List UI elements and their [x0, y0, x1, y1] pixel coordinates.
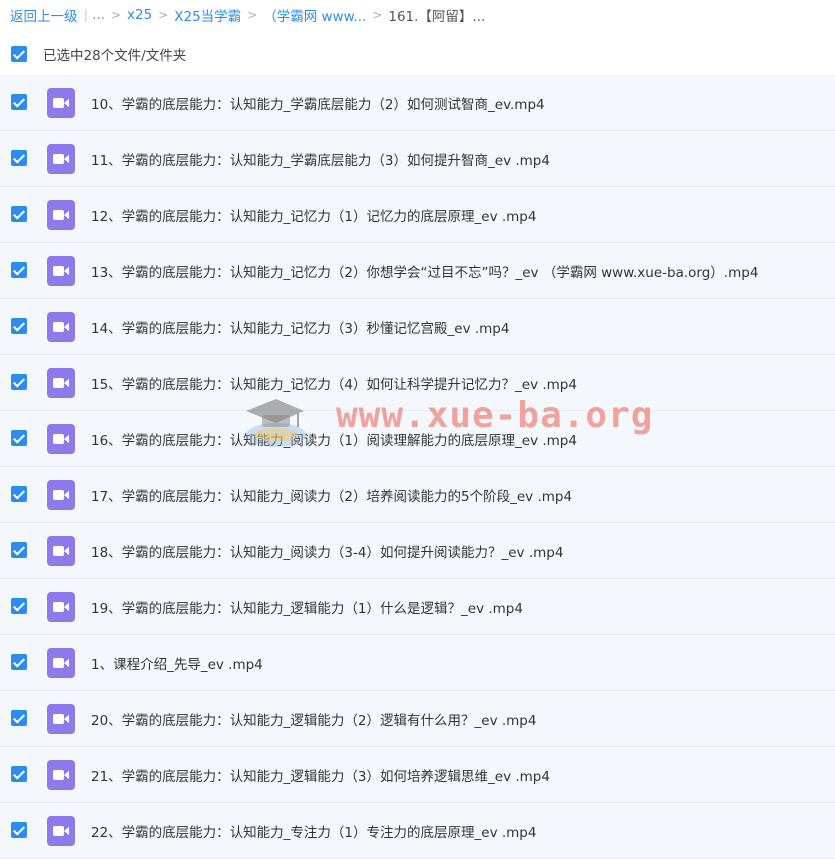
list-item[interactable]: 17、学霸的底层能力：认知能力_阅读力（2）培养阅读能力的5个阶段_ev .mp…: [0, 467, 835, 523]
video-file-icon: [47, 88, 75, 118]
file-name[interactable]: 17、学霸的底层能力：认知能力_阅读力（2）培养阅读能力的5个阶段_ev .mp…: [91, 485, 572, 505]
row-checkbox[interactable]: [11, 766, 27, 782]
list-item[interactable]: 16、学霸的底层能力：认知能力_阅读力（1）阅读理解能力的底层原理_ev .mp…: [0, 411, 835, 467]
row-checkbox[interactable]: [11, 822, 27, 838]
file-name[interactable]: 22、学霸的底层能力：认知能力_专注力（1）专注力的底层原理_ev .mp4: [91, 821, 536, 841]
file-name[interactable]: 11、学霸的底层能力：认知能力_学霸底层能力（3）如何提升智商_ev .mp4: [91, 149, 550, 169]
list-item[interactable]: 21、学霸的底层能力：认知能力_逻辑能力（3）如何培养逻辑思维_ev .mp4: [0, 747, 835, 803]
row-checkbox[interactable]: [11, 654, 27, 670]
file-name[interactable]: 10、学霸的底层能力：认知能力_学霸底层能力（2）如何测试智商_ev.mp4: [91, 93, 545, 113]
list-item[interactable]: 13、学霸的底层能力：认知能力_记忆力（2）你想学会“过目不忘”吗？_ev （学…: [0, 243, 835, 299]
selection-count-label: 已选中28个文件/文件夹: [43, 48, 187, 64]
file-name[interactable]: 19、学霸的底层能力：认知能力_逻辑能力（1）什么是逻辑？_ev .mp4: [91, 597, 523, 617]
video-file-icon: [47, 760, 75, 790]
video-file-icon: [47, 256, 75, 286]
video-file-icon: [47, 144, 75, 174]
file-name[interactable]: 12、学霸的底层能力：认知能力_记忆力（1）记忆力的底层原理_ev .mp4: [91, 205, 536, 225]
row-checkbox[interactable]: [11, 598, 27, 614]
video-file-icon: [47, 816, 75, 846]
video-file-icon: [47, 312, 75, 342]
file-name[interactable]: 13、学霸的底层能力：认知能力_记忆力（2）你想学会“过目不忘”吗？_ev （学…: [91, 261, 758, 281]
list-item[interactable]: 22、学霸的底层能力：认知能力_专注力（1）专注力的底层原理_ev .mp4: [0, 803, 835, 859]
video-file-icon: [47, 480, 75, 510]
chevron-right-icon: >: [247, 8, 258, 22]
row-checkbox[interactable]: [11, 486, 27, 502]
row-checkbox[interactable]: [11, 206, 27, 222]
row-checkbox[interactable]: [11, 150, 27, 166]
video-file-icon: [47, 648, 75, 678]
row-checkbox[interactable]: [11, 710, 27, 726]
list-item[interactable]: 14、学霸的底层能力：认知能力_记忆力（3）秒懂记忆宫殿_ev .mp4: [0, 299, 835, 355]
video-file-icon: [47, 592, 75, 622]
breadcrumb-item-x25-dangxueba[interactable]: X25当学霸: [174, 5, 241, 25]
select-all-checkbox[interactable]: [11, 46, 27, 62]
chevron-right-icon: >: [372, 8, 383, 22]
list-item[interactable]: 19、学霸的底层能力：认知能力_逻辑能力（1）什么是逻辑？_ev .mp4: [0, 579, 835, 635]
row-checkbox[interactable]: [11, 262, 27, 278]
row-checkbox[interactable]: [11, 94, 27, 110]
file-list: 10、学霸的底层能力：认知能力_学霸底层能力（2）如何测试智商_ev.mp4 1…: [0, 75, 835, 859]
video-file-icon: [47, 704, 75, 734]
row-checkbox[interactable]: [11, 430, 27, 446]
breadcrumb-item-x25[interactable]: x25: [127, 7, 152, 23]
breadcrumb-divider: |: [83, 7, 89, 23]
file-name[interactable]: 16、学霸的底层能力：认知能力_阅读力（1）阅读理解能力的底层原理_ev .mp…: [91, 429, 577, 449]
file-name[interactable]: 18、学霸的底层能力：认知能力_阅读力（3-4）如何提升阅读能力？_ev .mp…: [91, 541, 563, 561]
row-checkbox[interactable]: [11, 542, 27, 558]
breadcrumb: 返回上一级 | ... > x25 > X25当学霸 > （学霸网 www...…: [10, 4, 485, 26]
list-item[interactable]: 15、学霸的底层能力：认知能力_记忆力（4）如何让科学提升记忆力？_ev .mp…: [0, 355, 835, 411]
select-all-bar: 已选中28个文件/文件夹: [11, 44, 186, 64]
file-name[interactable]: 15、学霸的底层能力：认知能力_记忆力（4）如何让科学提升记忆力？_ev .mp…: [91, 373, 577, 393]
list-item[interactable]: 18、学霸的底层能力：认知能力_阅读力（3-4）如何提升阅读能力？_ev .mp…: [0, 523, 835, 579]
video-file-icon: [47, 368, 75, 398]
back-link[interactable]: 返回上一级: [10, 5, 78, 25]
file-name[interactable]: 1、课程介绍_先导_ev .mp4: [91, 653, 263, 673]
list-item[interactable]: 10、学霸的底层能力：认知能力_学霸底层能力（2）如何测试智商_ev.mp4: [0, 75, 835, 131]
list-item[interactable]: 1、课程介绍_先导_ev .mp4: [0, 635, 835, 691]
row-checkbox[interactable]: [11, 374, 27, 390]
video-file-icon: [47, 536, 75, 566]
breadcrumb-ellipsis[interactable]: ...: [92, 7, 105, 23]
chevron-right-icon: >: [110, 8, 121, 22]
video-file-icon: [47, 200, 75, 230]
list-item[interactable]: 12、学霸的底层能力：认知能力_记忆力（1）记忆力的底层原理_ev .mp4: [0, 187, 835, 243]
file-name[interactable]: 14、学霸的底层能力：认知能力_记忆力（3）秒懂记忆宫殿_ev .mp4: [91, 317, 509, 337]
file-name[interactable]: 21、学霸的底层能力：认知能力_逻辑能力（3）如何培养逻辑思维_ev .mp4: [91, 765, 550, 785]
list-item[interactable]: 11、学霸的底层能力：认知能力_学霸底层能力（3）如何提升智商_ev .mp4: [0, 131, 835, 187]
breadcrumb-item-xueba-site[interactable]: （学霸网 www...: [263, 5, 366, 25]
video-file-icon: [47, 424, 75, 454]
file-name[interactable]: 20、学霸的底层能力：认知能力_逻辑能力（2）逻辑有什么用？_ev .mp4: [91, 709, 536, 729]
list-item[interactable]: 20、学霸的底层能力：认知能力_逻辑能力（2）逻辑有什么用？_ev .mp4: [0, 691, 835, 747]
chevron-right-icon: >: [158, 8, 169, 22]
row-checkbox[interactable]: [11, 318, 27, 334]
breadcrumb-current: 161.【阿留】...: [388, 9, 486, 25]
